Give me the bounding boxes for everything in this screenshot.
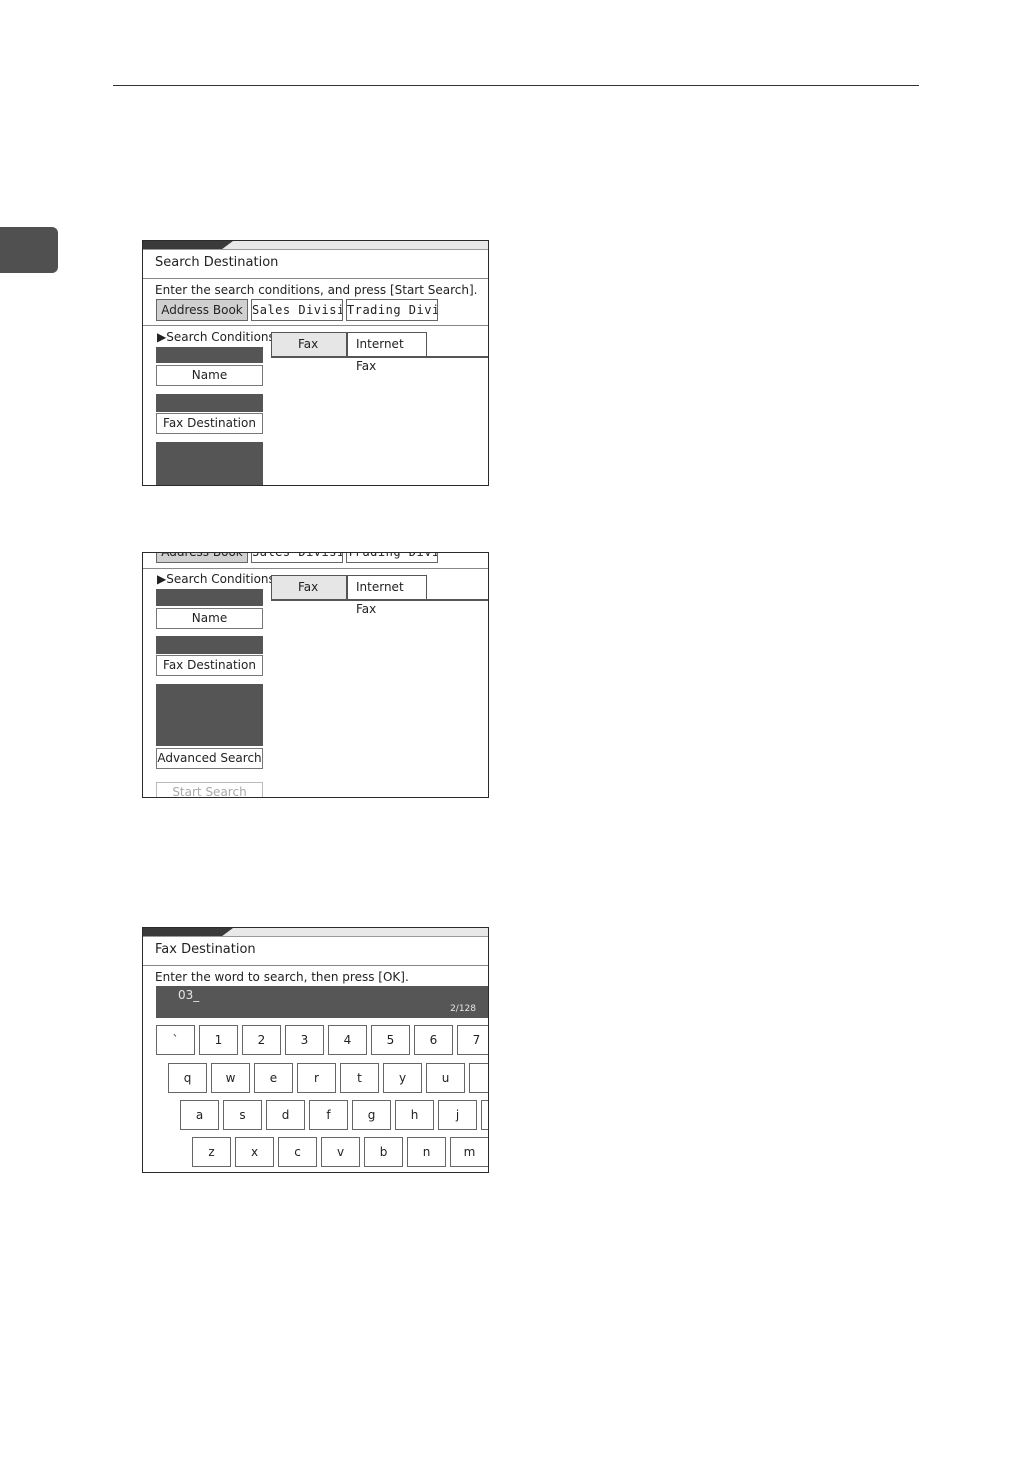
key-a[interactable]: a (180, 1100, 219, 1130)
key-3[interactable]: 3 (285, 1025, 324, 1055)
key-e[interactable]: e (254, 1063, 293, 1093)
screen-title: Search Destination (155, 255, 279, 270)
tab-baseline (271, 356, 488, 358)
instruction-text: Enter the search conditions, and press [… (155, 283, 478, 297)
name-button[interactable]: Name (156, 608, 263, 629)
key-partial[interactable] (481, 1100, 488, 1130)
key-n[interactable]: n (407, 1137, 446, 1167)
key-r[interactable]: r (297, 1063, 336, 1093)
start-search-button[interactable]: Start Search (156, 782, 263, 797)
fax-destination-value-box (156, 636, 263, 654)
tab-internet-fax[interactable]: Internet Fax (347, 575, 427, 616)
advanced-search-value-box (156, 442, 263, 485)
key-partial[interactable] (469, 1063, 488, 1093)
key-s[interactable]: s (223, 1100, 262, 1130)
key-5[interactable]: 5 (371, 1025, 410, 1055)
search-conditions-label: ▶Search Conditions (157, 572, 275, 586)
search-input[interactable]: 03_ 2/128 (156, 986, 488, 1018)
input-value: 03_ (178, 988, 200, 1002)
name-value-box (156, 347, 263, 363)
trading-division-tab[interactable]: Trading Divis.. (346, 299, 438, 321)
divider (143, 568, 488, 569)
key-g[interactable]: g (352, 1100, 391, 1130)
name-button[interactable]: Name (156, 365, 263, 386)
tab-fax[interactable]: Fax (271, 332, 347, 356)
key-q[interactable]: q (168, 1063, 207, 1093)
key-m[interactable]: m (450, 1137, 488, 1167)
key-backtick[interactable]: ` (156, 1025, 195, 1055)
name-value-box (156, 589, 263, 606)
key-x[interactable]: x (235, 1137, 274, 1167)
screen-title: Fax Destination (155, 942, 256, 957)
address-book-tab[interactable]: Address Book (156, 299, 248, 321)
tab-baseline (271, 599, 488, 601)
fax-destination-button[interactable]: Fax Destination (156, 413, 263, 434)
key-z[interactable]: z (192, 1137, 231, 1167)
key-u[interactable]: u (426, 1063, 465, 1093)
chapter-tab (0, 227, 58, 273)
advanced-search-button[interactable]: Advanced Search (156, 748, 263, 769)
screen-top-bar (143, 928, 488, 937)
key-7[interactable]: 7 (457, 1025, 488, 1055)
key-1[interactable]: 1 (199, 1025, 238, 1055)
key-v[interactable]: v (321, 1137, 360, 1167)
fax-destination-button[interactable]: Fax Destination (156, 655, 263, 676)
key-2[interactable]: 2 (242, 1025, 281, 1055)
key-y[interactable]: y (383, 1063, 422, 1093)
sales-division-tab[interactable]: Sales Division (251, 299, 343, 321)
key-b[interactable]: b (364, 1137, 403, 1167)
advanced-search-value-box (156, 684, 263, 746)
fax-destination-value-box (156, 394, 263, 412)
page-header-rule (113, 85, 919, 86)
divider (143, 325, 488, 326)
key-h[interactable]: h (395, 1100, 434, 1130)
divider (143, 965, 488, 966)
search-conditions-screen: Address Book Sales Division Trading Divi… (142, 552, 489, 798)
key-4[interactable]: 4 (328, 1025, 367, 1055)
screen-top-bar (143, 241, 488, 250)
trading-division-tab[interactable]: Trading Divis.. (346, 553, 438, 563)
key-f[interactable]: f (309, 1100, 348, 1130)
key-6[interactable]: 6 (414, 1025, 453, 1055)
tab-internet-fax[interactable]: Internet Fax (347, 332, 427, 373)
search-conditions-label: ▶Search Conditions (157, 330, 275, 344)
search-destination-screen: Search Destination Enter the search cond… (142, 240, 489, 486)
divider (143, 278, 488, 279)
instruction-text: Enter the word to search, then press [OK… (155, 970, 409, 984)
key-c[interactable]: c (278, 1137, 317, 1167)
fax-destination-entry-screen: Fax Destination Enter the word to search… (142, 927, 489, 1173)
key-t[interactable]: t (340, 1063, 379, 1093)
key-d[interactable]: d (266, 1100, 305, 1130)
tab-fax[interactable]: Fax (271, 575, 347, 599)
key-j[interactable]: j (438, 1100, 477, 1130)
key-w[interactable]: w (211, 1063, 250, 1093)
sales-division-tab[interactable]: Sales Division (251, 553, 343, 563)
address-book-tab[interactable]: Address Book (156, 553, 248, 563)
character-count: 2/128 (450, 1004, 476, 1014)
